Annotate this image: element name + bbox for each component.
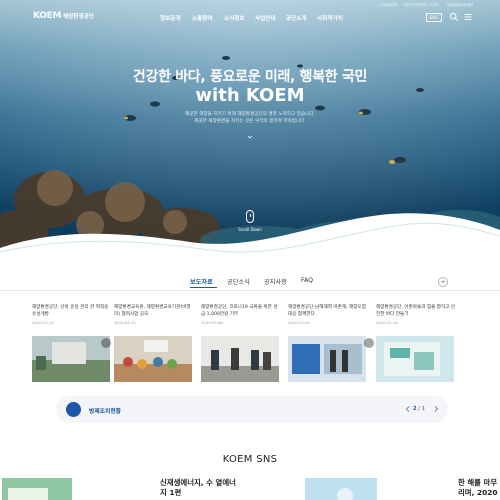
hero-description: 깨끗한 해양환경을 지키는 것은 우리의 몫이며 약속입니다. [194, 119, 306, 124]
news-card-date: 2020.03.06 [201, 320, 223, 325]
news-card-title: 해양환경공단, 선박 운용 관리 관 혁적용 유성개발 [32, 305, 109, 317]
gnb-item-business[interactable]: 사업안내 [255, 14, 276, 22]
tab-agency-news[interactable]: 공단소식 [227, 277, 250, 286]
news-card-title: 해양환경공단, 코로나19 극복을 위한 성금 1,000만원 기부 [201, 305, 278, 317]
news-card-title: 해양환경교육원, 해양환경교육기관(비영리) 협력사업 공모 [114, 305, 191, 317]
news-card-date: 2020.03.13 [32, 320, 54, 325]
top-link[interactable]: 국민권익위원회(구)위원 [403, 3, 439, 8]
hero-subtitle: with KOEM [195, 85, 305, 106]
logo-mark: KOEM [33, 11, 62, 21]
gnb-item-info[interactable]: 정보공개 [160, 14, 181, 22]
hero-title: 건강한 바다, 풍요로운 미래, 행복한 국민 [132, 69, 368, 85]
news-card[interactable]: 해양환경공단, 어촌마을과 힘을 합하고 안전한 바다 만들기 2020.02.… [376, 304, 456, 386]
news-card-date: 2020.02.28 [376, 320, 398, 325]
tab-press-release[interactable]: 보도자료 [190, 277, 213, 286]
chevron-down-icon [247, 135, 253, 139]
tab-notices[interactable]: 공지사항 [264, 277, 287, 286]
scroll-down-label: Scroll Down [238, 227, 262, 232]
gnb-item-social-value[interactable]: 사회적가치 [317, 14, 343, 22]
shield-icon [66, 402, 81, 417]
carousel-prev-button[interactable] [101, 338, 111, 348]
news-card-date: 2020.03.05 [288, 320, 310, 325]
news-card-title: 해양환경공단-남해해역 어촌계, 해양오염 대응 함께한다 [288, 305, 366, 317]
scroll-mouse-icon[interactable] [246, 210, 254, 223]
pager-total: 1 [421, 406, 425, 412]
pager-current: 2 [413, 406, 417, 412]
sns-card-text: 한 해를 마무 리며, 2020 [458, 478, 498, 497]
news-card[interactable]: 해양환경교육원, 해양환경교육기관(비영리) 협력사업 공모 2020.03.1… [114, 304, 194, 386]
sns-card[interactable]: 한 해를 마무 리며, 2020 [458, 478, 500, 500]
news-card-date: 2020.03.10 [114, 320, 136, 325]
divider [0, 290, 500, 291]
news-card-image [32, 336, 110, 382]
news-tabs: 보도자료 공단소식 공지사항 FAQ [0, 277, 500, 291]
gnb-item-news[interactable]: 소식정보 [224, 14, 245, 22]
penalty-status-bar: 방제조치현황 2 / 1 [56, 396, 448, 423]
news-card-title: 해양환경공단, 어촌마을과 힘을 합하고 안전한 바다 만들기 [376, 305, 456, 317]
tab-faq[interactable]: FAQ [301, 277, 313, 284]
sns-section-title: KOEM SNS [222, 454, 278, 465]
eng-button[interactable]: ENG [426, 13, 442, 22]
penalty-status-label[interactable]: 방제조치현황 [89, 406, 121, 415]
site-logo[interactable]: KOEM 해양환경공단 [33, 11, 94, 21]
news-card-image [376, 336, 454, 382]
news-card-image [201, 336, 279, 382]
gnb-item-participation[interactable]: 소통참여 [192, 14, 213, 22]
news-card[interactable]: 해양환경공단-남해해역 어촌계, 해양오염 대응 함께한다 2020.03.05 [288, 304, 368, 386]
search-icon[interactable] [449, 12, 459, 22]
gnb-item-about[interactable]: 공단소개 [286, 14, 307, 22]
news-card[interactable]: 해양환경공단, 코로나19 극복을 위한 성금 1,000만원 기부 2020.… [201, 304, 281, 386]
chevron-right-icon[interactable] [432, 405, 440, 413]
pager: 2 / 1 [413, 406, 425, 412]
logo-name: 해양환경공단 [63, 14, 95, 20]
sns-card[interactable] [2, 478, 72, 500]
top-link[interactable]: 해양환경교육센터 [447, 3, 473, 8]
menu-icon[interactable] [463, 12, 473, 22]
hero-description: 깨끗한 해양을 지키기 위해 해양환경공단의 경영 노력하고 있습니다. [184, 112, 316, 117]
hero-banner: (구)통합하위 국민권익위원회(구)위원 해양환경교육센터 KOEM 해양환경공… [0, 0, 500, 272]
active-tab-indicator [190, 287, 217, 288]
sns-card[interactable] [305, 478, 377, 500]
pager-separator: / [418, 406, 421, 412]
sns-card-text: 신재생에너지, 수 열에너지 1편 [160, 478, 236, 497]
top-link[interactable]: (구)통합하위 [378, 3, 397, 8]
news-card-image [114, 336, 192, 382]
sns-card[interactable]: 신재생에너지, 수 열에너지 1편 [160, 478, 236, 500]
news-card-image [288, 336, 366, 382]
chevron-left-icon[interactable] [404, 405, 412, 413]
news-card[interactable]: 해양환경공단, 선박 운용 관리 관 혁적용 유성개발 2020.03.13 [32, 304, 112, 386]
carousel-next-button[interactable] [364, 338, 374, 348]
more-button[interactable]: + [438, 277, 448, 287]
